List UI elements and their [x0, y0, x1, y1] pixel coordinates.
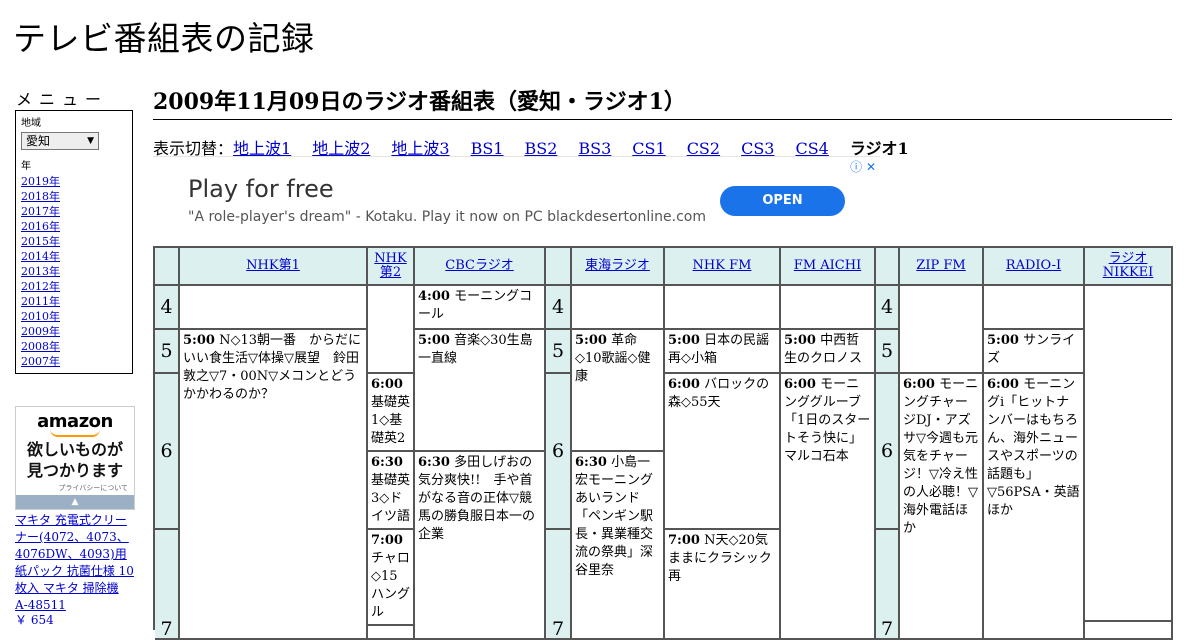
program-cell-empty: [368, 626, 415, 640]
region-select[interactable]: 愛知 ▼: [21, 132, 99, 150]
program-cell[interactable]: 5:00 音楽◇30生島一直線: [415, 330, 546, 452]
program-cell[interactable]: 4:00 モーニングコール: [415, 286, 546, 330]
header-station: NHK FM: [665, 248, 781, 286]
year-link-2015[interactable]: 2015年: [21, 234, 127, 249]
station-link-tokai[interactable]: 東海ラジオ: [585, 259, 650, 273]
year-link-2011[interactable]: 2011年: [21, 294, 127, 309]
program-cell[interactable]: 6:30 多田しげおの気分爽快!! 手や首がなる音の正体▽競馬の勝負服日本一の企…: [415, 452, 546, 640]
station-link-fmaichi[interactable]: FM AICHI: [794, 259, 861, 273]
program-cell[interactable]: 5:00 革命◇10歌謡◇健康: [572, 330, 665, 452]
region-label: 地域: [21, 118, 41, 129]
program-cell[interactable]: 7:00 N天◇20気ままにクラシック再: [665, 530, 781, 640]
program-cell-empty: [1085, 286, 1173, 622]
header-hour-col-3: [876, 248, 900, 286]
program-cell-empty: [665, 286, 781, 330]
year-label: 年: [21, 161, 31, 172]
page-title: 2009年11月09日のラジオ番組表（愛知・ラジオ1）: [153, 84, 1172, 120]
station-link-nhkfm[interactable]: NHK FM: [693, 259, 752, 273]
chevron-down-icon: ▼: [87, 135, 94, 146]
year-list: 2019年 2018年 2017年 2016年 2015年 2014年 2013…: [21, 174, 127, 369]
program-cell-empty: [368, 286, 415, 374]
amazon-logo: amazon: [37, 411, 113, 432]
station-link-nhk1[interactable]: NHK第1: [246, 259, 300, 273]
amazon-privacy-link[interactable]: プライバシーについて: [16, 483, 134, 493]
hour-cell: 4: [155, 286, 180, 330]
header-station: CBCラジオ: [415, 248, 546, 286]
amazon-tagline-2: 見つかります: [26, 461, 123, 480]
region-value: 愛知: [26, 133, 51, 148]
year-link-2018[interactable]: 2018年: [21, 189, 127, 204]
year-link-2008[interactable]: 2008年: [21, 339, 127, 354]
program-cell[interactable]: 6:00 モーニングチャージDJ・アズサ▽今週も元気をチャージ！▽冷え性の人必聴…: [900, 374, 984, 640]
header-hour-col-1: [155, 248, 180, 286]
amazon-product-price: ￥ 654: [15, 613, 54, 627]
menu-box: 地域 愛知 ▼ 年 2019年 2018年 2017年 2016年 2015年 …: [15, 110, 133, 374]
program-cell-empty: [984, 286, 1085, 330]
program-cell[interactable]: 5:00 サンライズ: [984, 330, 1085, 374]
program-cell[interactable]: 6:30 小島一宏モーニングあいランド「ペンギン駅長・異業種交流の祭典」深谷里奈: [572, 452, 665, 640]
amazon-tagline-1: 欲しいものが: [26, 440, 123, 459]
hour-cell: 5: [876, 330, 900, 374]
station-link-radioi[interactable]: RADIO-I: [1006, 259, 1061, 273]
header-station: FM AICHI: [781, 248, 876, 286]
header-hour-col-2: [546, 248, 572, 286]
hour-cell: 7: [155, 530, 180, 640]
hour-cell: 5: [546, 330, 572, 374]
year-link-2009[interactable]: 2009年: [21, 324, 127, 339]
hour-cell: 5: [155, 330, 180, 374]
year-link-2016[interactable]: 2016年: [21, 219, 127, 234]
hour-cell: 6: [155, 374, 180, 530]
program-cell[interactable]: 6:00 モーニングi「ヒットナンバーはもちろん、海外ニュースやスポーツの話題も…: [984, 374, 1085, 640]
header-station: NHK第2: [368, 248, 415, 286]
program-cell[interactable]: 6:30 基礎英3◇ドイツ語: [368, 452, 415, 530]
program-cell[interactable]: 6:00 基礎英1◇基礎英2: [368, 374, 415, 452]
ad-open-button[interactable]: OPEN: [720, 186, 845, 216]
amazon-ad[interactable]: amazon 欲しいものが 見つかります プライバシーについて ▲: [15, 406, 135, 510]
year-link-2019[interactable]: 2019年: [21, 174, 127, 189]
hour-cell: 6: [876, 374, 900, 530]
ad-banner[interactable]: ⓘ ✕ Play for free "A role-player's dream…: [153, 156, 880, 245]
program-cell-empty: [1085, 622, 1173, 640]
program-grid: NHK第1 NHK第2 CBCラジオ 東海ラジオ NHK FM FM AICHI…: [153, 246, 1173, 640]
hour-cell: 4: [876, 286, 900, 330]
year-link-2012[interactable]: 2012年: [21, 279, 127, 294]
program-cell-empty: [781, 286, 876, 330]
header-station: 東海ラジオ: [572, 248, 665, 286]
ad-description: "A role-player's dream" - Kotaku. Play i…: [188, 209, 706, 225]
program-cell-empty: [572, 286, 665, 330]
hour-cell: 7: [546, 530, 572, 640]
program-cell-empty: [900, 286, 984, 374]
menu-title: メニュー: [16, 90, 109, 109]
header-station: ラジオNIKKEI: [1085, 248, 1173, 286]
program-cell[interactable]: 6:00 モーニンググルーブ「1日のスタートそう快に」マルコ石本: [781, 374, 876, 640]
header-station: RADIO-I: [984, 248, 1085, 286]
year-link-2010[interactable]: 2010年: [21, 309, 127, 324]
station-link-cbc[interactable]: CBCラジオ: [445, 259, 513, 273]
year-link-2007[interactable]: 2007年: [21, 354, 127, 369]
chevron-up-icon: ▲: [71, 497, 79, 507]
ad-headline[interactable]: Play for free: [188, 175, 334, 203]
program-cell[interactable]: 6:00 バロックの森◇55天: [665, 374, 781, 530]
header-station: NHK第1: [180, 248, 368, 286]
year-link-2014[interactable]: 2014年: [21, 249, 127, 264]
ad-info-close-icon[interactable]: ⓘ ✕: [850, 158, 876, 175]
year-link-2013[interactable]: 2013年: [21, 264, 127, 279]
program-cell[interactable]: 5:00 中西哲生のクロノス: [781, 330, 876, 374]
program-cell[interactable]: 7:00 チャロ◇15ハングル: [368, 530, 415, 626]
station-link-nhk2[interactable]: NHK第2: [368, 252, 413, 280]
site-title: テレビ番組表の記録: [13, 19, 315, 58]
program-cell[interactable]: 5:00 日本の民謡再◇小箱: [665, 330, 781, 374]
header-station: ZIP FM: [900, 248, 984, 286]
station-link-zipfm[interactable]: ZIP FM: [916, 259, 965, 273]
amazon-product-link[interactable]: マキタ 充電式クリーナー(4072、4073、4076DW、4093)用 紙パッ…: [15, 512, 135, 614]
year-link-2017[interactable]: 2017年: [21, 204, 127, 219]
station-link-nikkei[interactable]: ラジオNIKKEI: [1085, 252, 1171, 280]
hour-cell: 4: [546, 286, 572, 330]
amazon-expand-bar[interactable]: ▲: [16, 495, 134, 509]
hour-cell: 6: [546, 374, 572, 530]
program-cell-empty: [180, 286, 368, 330]
hour-cell: 7: [876, 530, 900, 640]
program-cell[interactable]: 5:00 N◇13朝一番 からだにいい食生活▽体操▽展望 鈴田敦之▽7・00N▽…: [180, 330, 368, 640]
